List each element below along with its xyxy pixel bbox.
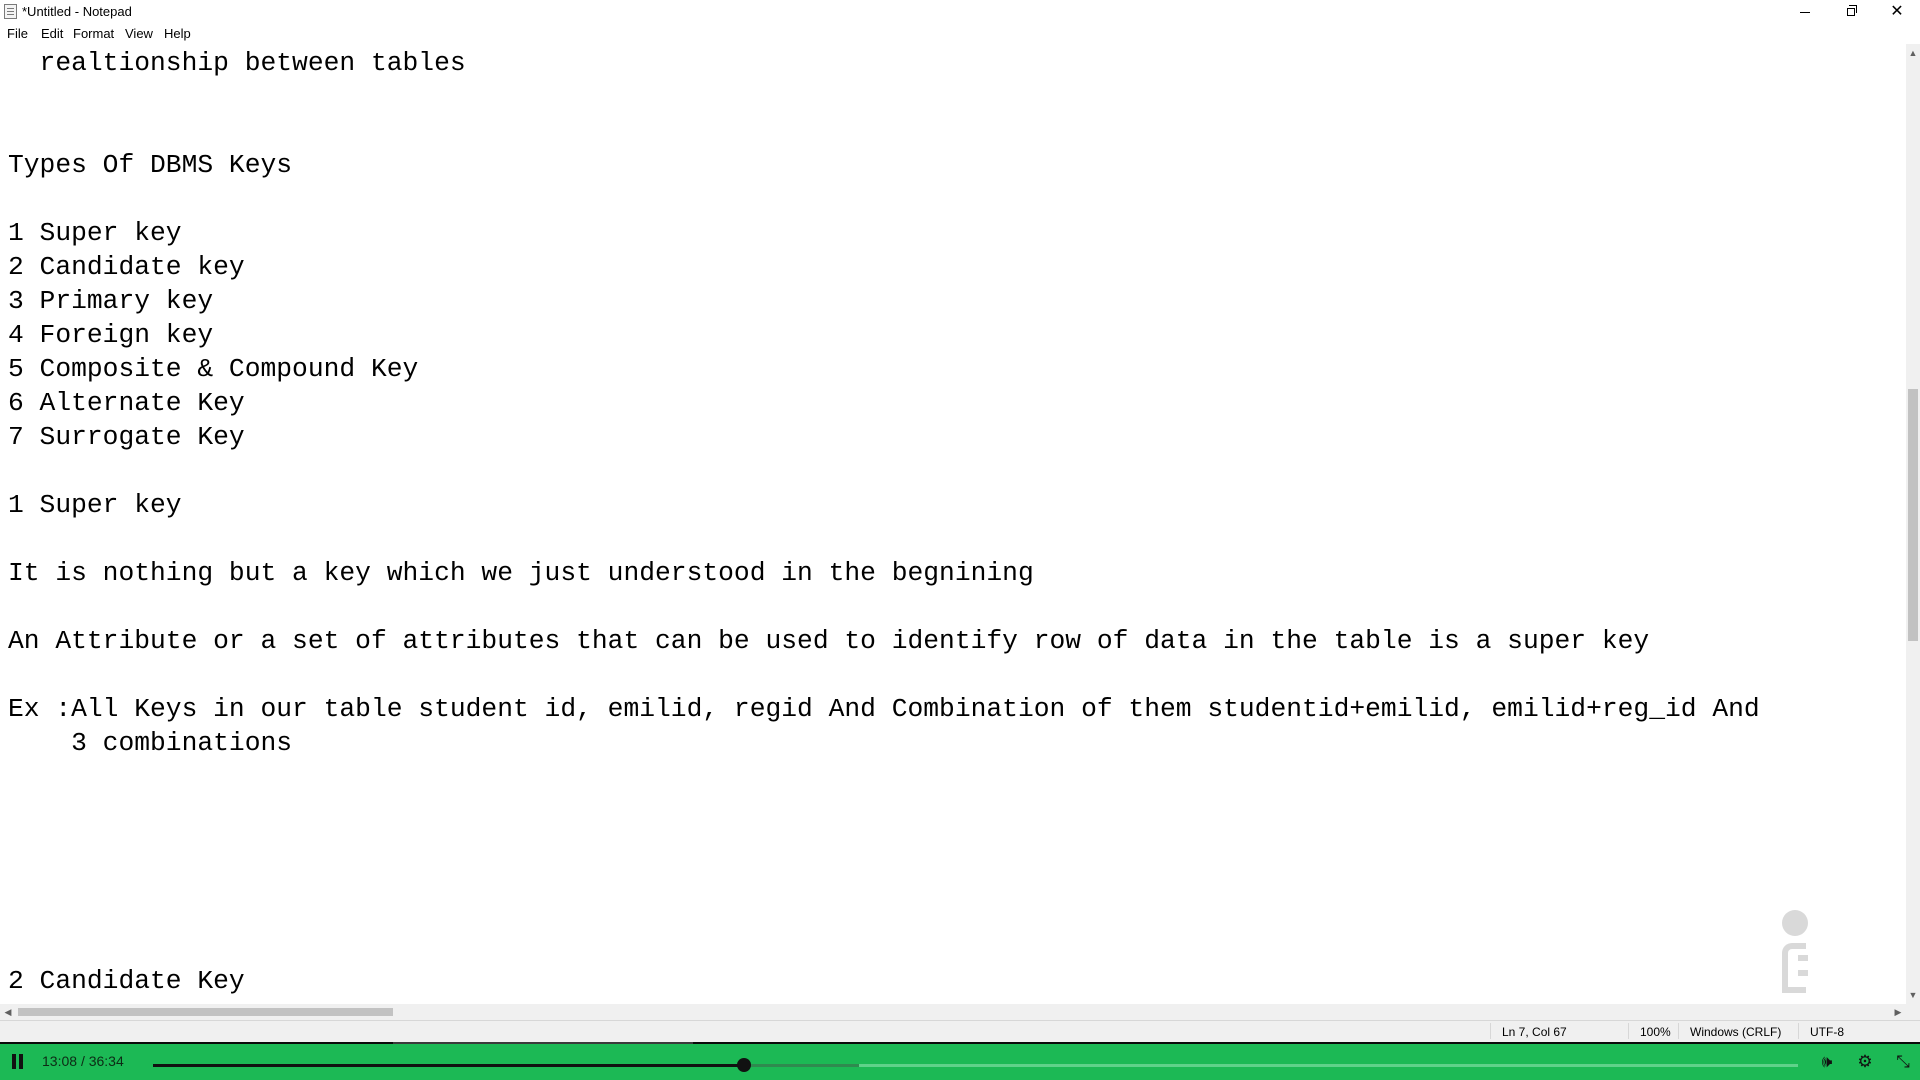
pause-icon[interactable] <box>10 1054 26 1070</box>
restore-icon <box>1847 5 1857 16</box>
window-title: *Untitled - Notepad <box>22 4 132 19</box>
scroll-down-arrow-icon[interactable]: ▼ <box>1906 988 1920 1002</box>
text-line: It is nothing but a key which we just un… <box>8 558 1034 588</box>
text-line: 2 Candidate key <box>8 252 245 282</box>
status-bar: Ln 7, Col 67 100% Windows (CRLF) UTF-8 <box>0 1020 1920 1042</box>
duration: 36:34 <box>88 1053 124 1069</box>
seek-progress <box>153 1064 744 1067</box>
menu-format[interactable]: Format <box>73 26 114 41</box>
minimize-icon <box>1800 11 1810 13</box>
close-icon: ✕ <box>1890 3 1904 20</box>
menu-file[interactable]: File <box>7 26 28 41</box>
player-top-border <box>0 1042 1920 1044</box>
text-line: 1 Super key <box>8 490 182 520</box>
current-time: 13:08 <box>42 1053 78 1069</box>
text-line: Ex :All Keys in our table student id, em… <box>8 694 1760 724</box>
text-line: 1 Super key <box>8 218 182 248</box>
status-cursor-position: Ln 7, Col 67 <box>1502 1025 1567 1039</box>
menu-help[interactable]: Help <box>164 26 191 41</box>
text-line: realtionship between tables <box>8 48 466 78</box>
status-zoom: 100% <box>1640 1025 1671 1039</box>
text-line: 2 Candidate Key <box>8 966 245 996</box>
minimize-button[interactable] <box>1782 0 1828 24</box>
status-divider <box>1678 1023 1679 1039</box>
scrollbar-corner <box>1906 1004 1920 1020</box>
playback-time: 13:08 / 36:34 <box>42 1053 124 1069</box>
settings-gear-icon[interactable]: ⚙ <box>1854 1051 1876 1073</box>
exit-fullscreen-icon[interactable]: ⤡ <box>1892 1051 1914 1073</box>
status-divider <box>1628 1023 1629 1039</box>
vertical-scroll-thumb[interactable] <box>1908 389 1918 641</box>
text-editor-area[interactable]: realtionship between tables Types Of DBM… <box>0 44 1906 1004</box>
scroll-left-arrow-icon[interactable]: ◀ <box>0 1004 16 1020</box>
volume-icon[interactable]: 🕪 <box>1816 1051 1838 1073</box>
menu-edit[interactable]: Edit <box>41 26 63 41</box>
close-button[interactable]: ✕ <box>1874 0 1920 24</box>
text-line: Types Of DBMS Keys <box>8 150 293 180</box>
text-line: 7 Surrogate Key <box>8 422 245 452</box>
text-line: 3 Primary key <box>8 286 214 316</box>
title-bar: *Untitled - Notepad ✕ <box>0 0 1920 24</box>
text-line: An Attribute or a set of attributes that… <box>8 626 1650 656</box>
menu-bar: File Edit Format View Help <box>0 24 1920 45</box>
text-line: 5 Composite & Compound Key <box>8 354 419 384</box>
scroll-right-arrow-icon[interactable]: ▶ <box>1890 1004 1906 1020</box>
status-divider <box>1798 1023 1799 1039</box>
status-encoding: UTF-8 <box>1810 1025 1844 1039</box>
vertical-scrollbar[interactable]: ▲ ▼ <box>1906 44 1920 1004</box>
time-separator: / <box>80 1053 85 1069</box>
scroll-up-arrow-icon[interactable]: ▲ <box>1906 46 1920 60</box>
horizontal-scroll-thumb[interactable] <box>18 1008 393 1016</box>
text-line: 3 combinations <box>8 728 293 758</box>
status-divider <box>1490 1023 1491 1039</box>
watermark-logo <box>1778 910 1814 994</box>
status-line-ending: Windows (CRLF) <box>1690 1025 1782 1039</box>
text-line: 4 Foreign key <box>8 320 214 350</box>
text-line: 6 Alternate Key <box>8 388 245 418</box>
video-player-bar: 13:08 / 36:34 🕪 ⚙ ⤡ <box>0 1042 1920 1080</box>
restore-button[interactable] <box>1828 0 1874 24</box>
menu-view[interactable]: View <box>125 26 153 41</box>
horizontal-scrollbar[interactable]: ◀ ▶ <box>0 1004 1906 1020</box>
notepad-app-icon <box>4 4 17 19</box>
seek-handle[interactable] <box>737 1058 751 1072</box>
